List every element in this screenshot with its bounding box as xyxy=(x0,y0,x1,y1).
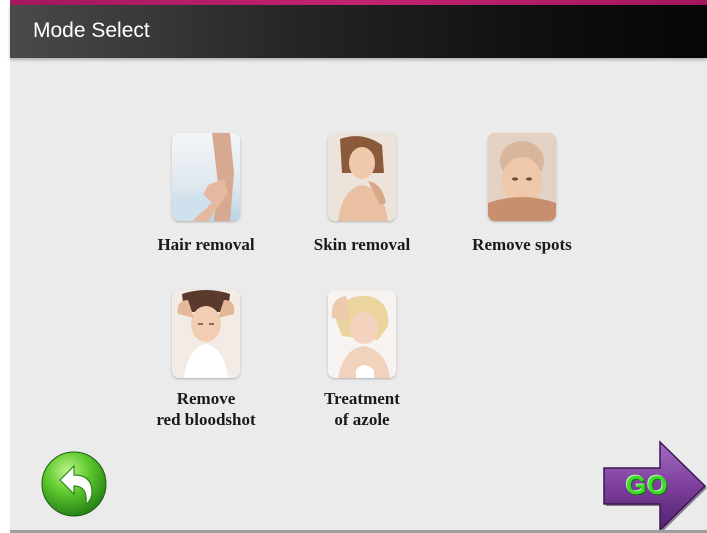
red-bloodshot-photo-icon xyxy=(172,290,240,378)
app-window: Mode Select Hair removal Skin removal Re… xyxy=(10,0,707,533)
mode-treatment-of-azole[interactable]: Treatment of azole xyxy=(298,290,426,430)
mode-skin-removal[interactable]: Skin removal xyxy=(294,133,430,255)
mode-label: Remove spots xyxy=(472,235,572,254)
mode-remove-red-bloodshot[interactable]: Remove red bloodshot xyxy=(136,290,276,430)
mode-label: Hair removal xyxy=(157,235,255,254)
back-arrow-icon[interactable] xyxy=(40,450,108,518)
mode-label: Remove red bloodshot xyxy=(156,389,256,429)
go-button[interactable]: GO xyxy=(600,440,707,532)
title-bar: Mode Select xyxy=(10,5,707,58)
mode-label: Treatment of azole xyxy=(324,389,400,429)
mode-label: Skin removal xyxy=(313,235,411,254)
hair-removal-photo-icon xyxy=(172,133,240,221)
mode-hair-removal[interactable]: Hair removal xyxy=(136,133,276,255)
azole-treatment-photo-icon xyxy=(328,290,396,378)
page-title: Mode Select xyxy=(33,19,150,42)
skin-removal-photo-icon xyxy=(328,133,396,221)
mode-remove-spots[interactable]: Remove spots xyxy=(450,133,594,255)
remove-spots-photo-icon xyxy=(488,133,556,221)
go-label: GO xyxy=(626,470,669,500)
